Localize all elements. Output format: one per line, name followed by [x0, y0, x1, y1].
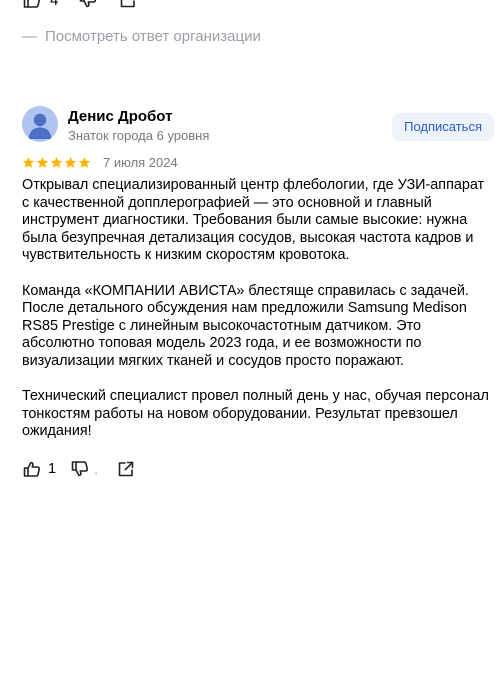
previous-review-actions: 4: [22, 0, 138, 10]
previous-likes-count: 4: [50, 0, 59, 9]
author-name[interactable]: Денис Дробот: [68, 108, 172, 125]
rating-row: 7 июля 2024: [22, 155, 178, 170]
subscribe-button[interactable]: Подписаться: [392, 113, 494, 141]
share-icon[interactable]: [118, 0, 138, 10]
likes-count: 1: [48, 461, 57, 477]
review-paragraph: Открывал специализированный центр флебол…: [22, 177, 485, 264]
review-paragraph: Команда «КОМПАНИИ АВИСТА» блестяще справ…: [22, 282, 469, 369]
org-reply-label: Посмотреть ответ организации: [45, 28, 261, 45]
thumbs-down-icon: [71, 461, 89, 477]
review-paragraph: Технический специалист провел полный ден…: [22, 388, 489, 440]
share-button[interactable]: [116, 459, 136, 479]
avatar[interactable]: [22, 106, 58, 142]
star-icon: [50, 156, 63, 168]
share-icon: [118, 461, 134, 477]
thumbs-up-icon: [23, 461, 41, 477]
author-level: Знаток города 6 уровня: [68, 128, 210, 143]
star-icon: [22, 156, 35, 168]
thumbs-down-icon[interactable]: [78, 0, 98, 10]
review-text: Открывал специализированный центр флебол…: [22, 177, 492, 459]
dislikes-count: .: [94, 461, 98, 477]
star-icon: [78, 156, 91, 168]
thumbs-up-icon[interactable]: [22, 0, 42, 10]
dislike-button[interactable]: .: [70, 459, 98, 479]
star-icon: [64, 156, 77, 168]
user-silhouette-icon: [28, 113, 52, 139]
review-date: 7 июля 2024: [103, 155, 178, 170]
like-button[interactable]: 1: [22, 459, 56, 479]
view-org-reply-link[interactable]: — Посмотреть ответ организации: [22, 28, 261, 45]
star-icon: [36, 156, 49, 168]
org-reply-dash: —: [22, 28, 37, 45]
review-actions: 1 .: [22, 459, 136, 479]
star-rating: [22, 156, 91, 169]
